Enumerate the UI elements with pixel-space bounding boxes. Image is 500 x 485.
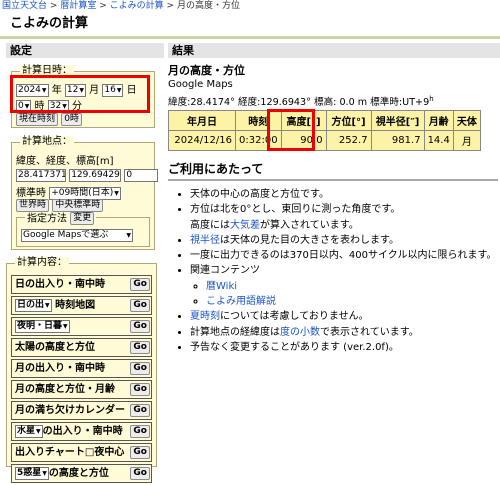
central-standard-time-button[interactable]: 中央標準時 — [52, 199, 104, 212]
breadcrumb-sep: > — [166, 1, 175, 11]
go-button[interactable]: Go — [130, 425, 150, 438]
timezone-select[interactable]: +09時間(日本)▼ — [49, 186, 121, 200]
title-bar: こよみの計算 — [0, 12, 500, 39]
five-planets-select[interactable]: 5惑星▼ — [15, 466, 49, 480]
go-button[interactable]: Go — [130, 362, 150, 375]
list-item: 暦Wiki — [206, 279, 498, 294]
list-item: 関連コンテンツ 暦Wiki こよみ用語解説 — [190, 263, 498, 309]
world-time-button[interactable]: 世界時 — [16, 199, 50, 212]
planet-select[interactable]: 水星▼ — [15, 424, 43, 438]
go-button[interactable]: Go — [130, 404, 150, 417]
breadcrumb-sep: > — [99, 1, 107, 11]
method-select[interactable]: Google Mapsで選ぶ ▼ — [21, 229, 133, 242]
twilight-select[interactable]: 夜明・日暮▼ — [15, 319, 70, 333]
results-header: 結果 — [168, 43, 500, 58]
dst-link[interactable]: 夏時刻 — [190, 311, 220, 322]
go-button[interactable]: Go — [130, 320, 150, 333]
col-age: 月齢 — [424, 111, 453, 130]
menu-moon-phase-calendar: 月の満ち欠けカレンダー Go — [11, 401, 152, 420]
time-map-select[interactable]: 日の出▼ — [15, 298, 52, 312]
cell-age: 14.4 — [424, 131, 453, 150]
breadcrumb-sep: > — [49, 1, 58, 11]
list-item: 天体の中心の高度と方位です。 — [190, 187, 498, 202]
settings-header: 設定 — [6, 43, 164, 58]
timezone-label: 標準時 — [16, 188, 46, 199]
breadcrumb-link-calc[interactable]: こよみの計算 — [110, 1, 164, 11]
menu-moon-altitude: 月の高度と方位・月齢 Go — [11, 380, 152, 399]
col-body: 天体 — [453, 111, 480, 130]
result-title: 月の高度・方位 — [168, 64, 245, 77]
latitude-input[interactable]: 28.41737159 — [16, 169, 66, 182]
menu-planet-altitude: 5惑星▼ の高度と方位 Go — [11, 464, 152, 483]
table-row: 2024/12/16 0:32:00 90.0 252.7 981.7 14.4… — [169, 131, 480, 150]
menu-rise-chart: 出入りチャート□夜中心 Go — [11, 443, 152, 462]
google-maps-link[interactable]: Google Maps — [168, 79, 233, 90]
result-table: 年月日 時刻 高度[°] 方位[°] 視半径[″] 月齢 天体 2024/12/… — [168, 110, 481, 151]
table-header-row: 年月日 時刻 高度[°] 方位[°] 視半径[″] 月齢 天体 — [169, 111, 480, 130]
usage-notes: ご利用にあたって 天体の中心の高度と方位です。 方位は北を0°とし、東回りに測っ… — [168, 160, 498, 355]
breadcrumb-link-koyomi[interactable]: 暦計算室 — [60, 1, 96, 11]
method-legend: 指定方法 変更 — [25, 212, 97, 226]
decimal-degrees-link[interactable]: 度の小数 — [280, 327, 320, 338]
col-azimuth: 方位[°] — [326, 111, 371, 130]
location-label: 緯度、経度、標高[m] — [16, 156, 114, 167]
glossary-link[interactable]: こよみ用語解説 — [206, 296, 276, 307]
breadcrumb-link-nao[interactable]: 国立天文台 — [2, 1, 47, 11]
refraction-link[interactable]: 大気差 — [230, 220, 260, 231]
koyomi-wiki-link[interactable]: 暦Wiki — [206, 281, 237, 292]
apparent-radius-link[interactable]: 視半径 — [190, 235, 220, 246]
cell-azimuth: 252.7 — [326, 131, 371, 150]
result-params: 緯度:28.4174° 経度:129.6943° 標高: 0.0 m 標準時:U… — [168, 94, 434, 108]
list-item: 予告なく変更することがあります (ver.2.0f)。 — [190, 340, 498, 355]
location-panel: 計算地点： 緯度、経度、標高[m] 28.41737159 129.694290… — [11, 136, 159, 250]
col-date: 年月日 — [169, 111, 235, 130]
zero-hour-button[interactable]: 0時 — [61, 113, 82, 126]
menu-time-map: 日の出▼ 時刻地図 Go — [11, 296, 152, 315]
go-button[interactable]: Go — [130, 341, 150, 354]
menu-planet-rise: 水星▼ の出入り・南中時 Go — [11, 422, 152, 441]
method-panel: 指定方法 変更 Google Mapsで選ぶ ▼ — [16, 212, 150, 247]
menu-sun-altitude: 太陽の高度と方位 Go — [11, 338, 152, 357]
list-item: 方位は北を0°とし、東回りに測った角度です。高度には大気差が算入されています。 — [190, 202, 498, 233]
menu-sunrise: 日の出入り・南中時 Go — [11, 275, 152, 294]
cell-radius: 981.7 — [371, 131, 424, 150]
location-legend: 計算地点： — [20, 136, 74, 148]
longitude-input[interactable]: 129.6942901 — [69, 169, 122, 182]
calc-menu: 日の出入り・南中時 Go 日の出▼ 時刻地図 Go 夜明・日暮▼ Go 太陽の高… — [11, 275, 152, 485]
datetime-highlight — [10, 75, 150, 113]
go-button[interactable]: Go — [130, 383, 150, 396]
go-button[interactable]: Go — [130, 299, 150, 312]
list-item: 視半径は天体の見た目の大きさを表わします。 — [190, 233, 498, 248]
now-button[interactable]: 現在時刻 — [16, 113, 59, 126]
col-radius: 視半径[″] — [371, 111, 424, 130]
notes-divider — [168, 179, 498, 181]
change-button[interactable]: 変更 — [70, 212, 95, 225]
page-title: こよみの計算 — [10, 16, 89, 31]
go-button[interactable]: Go — [130, 467, 150, 480]
list-item: こよみ用語解説 — [206, 294, 498, 309]
menu-moonrise: 月の出入り・南中時 Go — [11, 359, 152, 378]
list-item: 一度に出力できるのは370日以内、400サイクル以内に限られます。 — [190, 248, 498, 263]
breadcrumb: 国立天文台 > 暦計算室 > こよみの計算 > 月の高度・方位 — [2, 0, 240, 12]
contents-legend: 計算内容： — [15, 257, 69, 269]
cell-body: 月 — [453, 131, 480, 150]
list-item: 計算地点の経緯度は度の小数で表示されています。 — [190, 325, 498, 340]
breadcrumb-current: 月の高度・方位 — [176, 1, 240, 11]
list-item: 夏時刻については考慮しておりません。 — [190, 309, 498, 324]
notes-title: ご利用にあたって — [168, 162, 264, 176]
menu-twilight: 夜明・日暮▼ Go — [11, 317, 152, 336]
go-button[interactable]: Go — [130, 446, 150, 459]
elevation-input[interactable]: 0 — [124, 169, 159, 182]
altitude-highlight — [267, 109, 315, 151]
go-button[interactable]: Go — [130, 278, 150, 291]
cell-date: 2024/12/16 — [169, 131, 235, 150]
